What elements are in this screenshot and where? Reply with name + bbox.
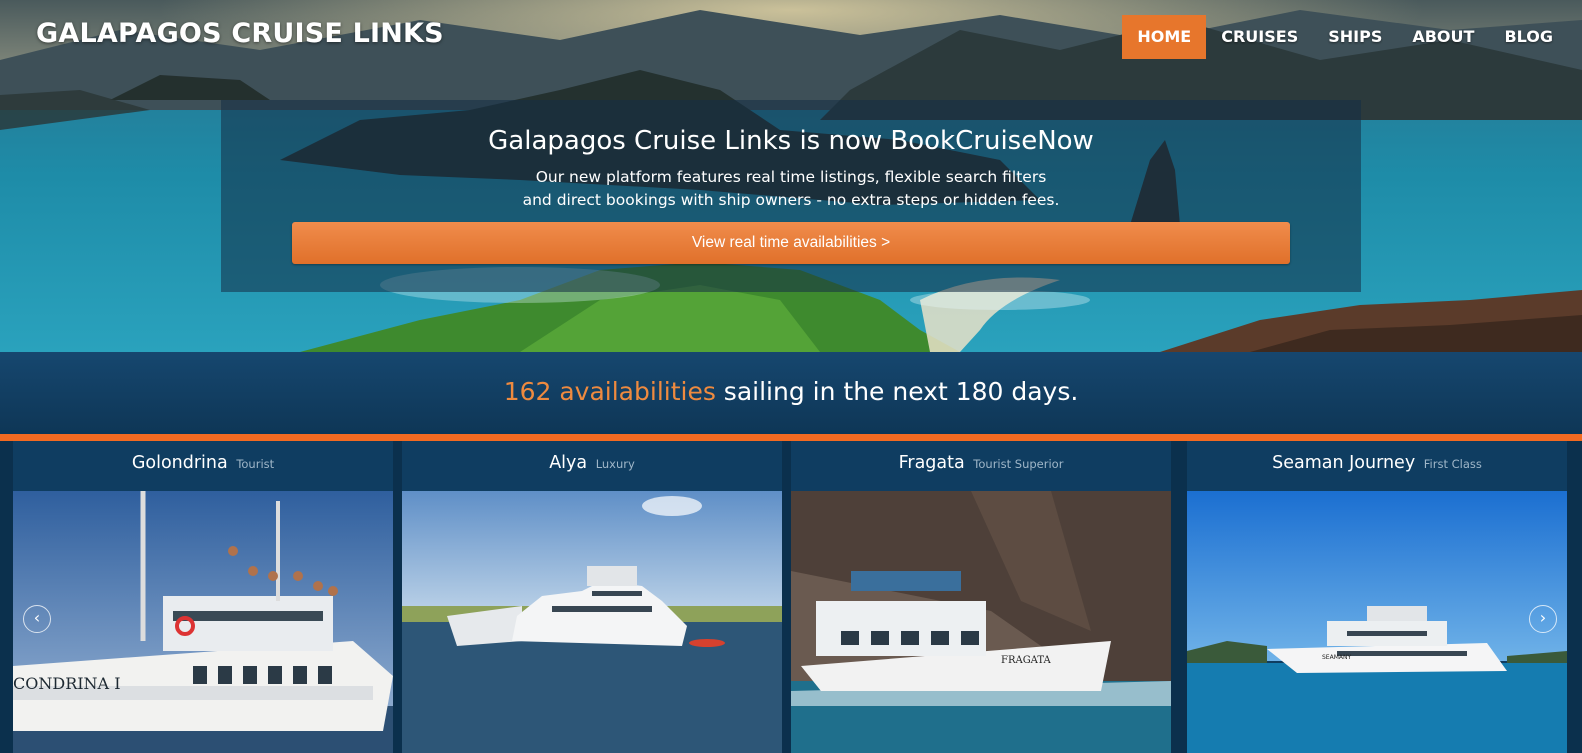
svg-text:SEAMANY: SEAMANY xyxy=(1322,654,1351,661)
ship-card-fragata[interactable]: Fragata Tourist Superior FRAGATA xyxy=(791,441,1171,753)
view-availabilities-button[interactable]: View real time availabilities > xyxy=(292,222,1290,264)
ship-carousel: Golondrina Tourist CONDRINA I Alya Luxur… xyxy=(0,441,1582,753)
carousel-prev-icon[interactable]: ‹ xyxy=(23,605,51,633)
orange-divider xyxy=(0,434,1582,441)
nav-blog[interactable]: BLOG xyxy=(1489,15,1568,59)
nav-ships[interactable]: SHIPS xyxy=(1313,15,1397,59)
promo-heading: Galapagos Cruise Links is now BookCruise… xyxy=(488,126,1094,156)
promo-line-2: and direct bookings with ship owners - n… xyxy=(522,191,1060,209)
availability-count-link[interactable]: 162 availabilities xyxy=(504,377,716,406)
ship-class: Luxury xyxy=(595,457,635,471)
ship-name: Golondrina xyxy=(131,453,228,473)
promo-description: Our new platform features real time list… xyxy=(221,166,1361,212)
ship-card-title: Seaman Journey First Class xyxy=(1187,441,1567,491)
ship-card-title: Alya Luxury xyxy=(402,441,782,491)
ship-name: Alya xyxy=(549,453,588,473)
svg-text:FRAGATA: FRAGATA xyxy=(1001,655,1051,666)
availability-band: 162 availabilities sailing in the next 1… xyxy=(0,352,1582,434)
availability-rest-text: sailing in the next 180 days. xyxy=(715,377,1079,406)
availability-message: 162 availabilities sailing in the next 1… xyxy=(0,352,1582,432)
ship-name: Fragata xyxy=(898,453,965,473)
ship-card-golondrina[interactable]: Golondrina Tourist CONDRINA I xyxy=(13,441,393,753)
carousel-next-icon[interactable]: › xyxy=(1529,605,1557,633)
site-logo[interactable]: GALAPAGOS CRUISE LINKS xyxy=(36,18,444,49)
promo-line-1: Our new platform features real time list… xyxy=(535,168,1047,186)
ship-photo[interactable]: CONDRINA I xyxy=(13,491,393,753)
hero-banner: GALAPAGOS CRUISE LINKS HOME CRUISES SHIP… xyxy=(0,0,1582,352)
ship-card-title: Golondrina Tourist xyxy=(13,441,393,491)
main-nav: HOME CRUISES SHIPS ABOUT BLOG xyxy=(1122,15,1568,59)
promo-box: Galapagos Cruise Links is now BookCruise… xyxy=(221,100,1361,292)
ship-class: Tourist Superior xyxy=(973,457,1064,471)
ship-card-title: Fragata Tourist Superior xyxy=(791,441,1171,491)
ship-name: Seaman Journey xyxy=(1272,453,1416,473)
nav-about[interactable]: ABOUT xyxy=(1397,15,1489,59)
ship-card-alya[interactable]: Alya Luxury xyxy=(402,441,782,753)
ship-photo[interactable]: FRAGATA xyxy=(791,491,1171,753)
svg-text:CONDRINA I: CONDRINA I xyxy=(13,674,121,693)
ship-photo[interactable] xyxy=(402,491,782,753)
ship-card-seaman-journey[interactable]: Seaman Journey First Class SEAMANY xyxy=(1187,441,1567,753)
nav-cruises[interactable]: CRUISES xyxy=(1206,15,1313,59)
ship-class: Tourist xyxy=(236,457,275,471)
ship-class: First Class xyxy=(1423,457,1482,471)
ship-photo[interactable]: SEAMANY xyxy=(1187,491,1567,753)
nav-home[interactable]: HOME xyxy=(1122,15,1207,59)
